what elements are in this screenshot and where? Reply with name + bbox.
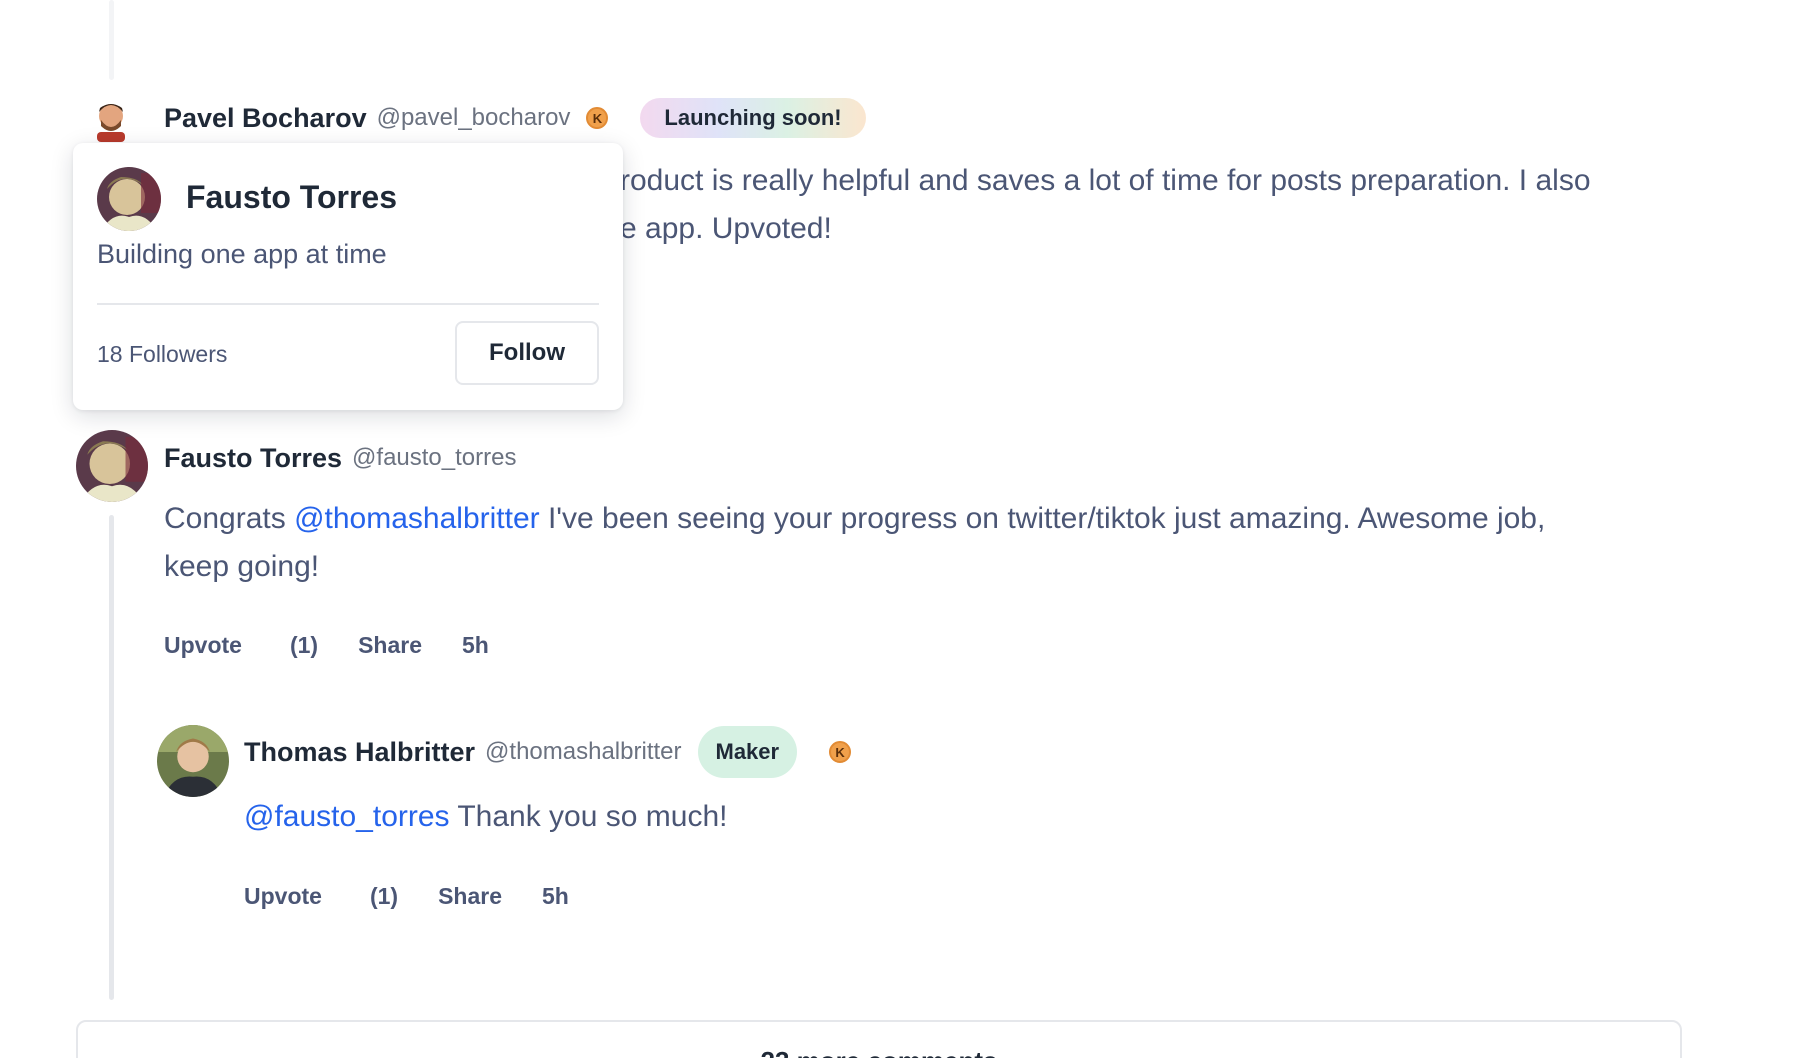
hover-card-divider: [97, 303, 599, 305]
avatar-fausto[interactable]: [76, 430, 148, 502]
author-name[interactable]: Thomas Halbritter: [244, 737, 475, 768]
avatar-thomas[interactable]: [157, 725, 229, 797]
more-comments-button[interactable]: 23 more comments: [76, 1020, 1682, 1058]
comment-body-line: roduct is really helpful and saves a lot…: [620, 164, 1591, 197]
comment-header-pavel: Pavel Bocharov @pavel_bocharov K Launchi…: [164, 96, 866, 140]
mention-link[interactable]: @thomashalbritter: [294, 502, 540, 535]
follow-button[interactable]: Follow: [455, 321, 599, 385]
upvote-button[interactable]: Upvote (1): [244, 883, 398, 910]
author-name[interactable]: Pavel Bocharov: [164, 103, 367, 134]
karma-icon: K: [586, 107, 609, 129]
share-button[interactable]: Share: [438, 883, 502, 910]
comment-body-fausto: Congrats @thomashalbritter I've been see…: [164, 495, 1704, 591]
comment-body-line: keep going!: [164, 550, 320, 583]
comment-body-thomas: @fausto_torres Thank you so much!: [244, 793, 727, 841]
upvote-count: (1): [369, 882, 399, 909]
comment-body-pavel: roduct is really helpful and saves a lot…: [620, 157, 1591, 253]
comment-timestamp[interactable]: 5h: [462, 632, 489, 659]
comments-section: Pavel Bocharov @pavel_bocharov K Launchi…: [0, 0, 1818, 1058]
upvote-label: Upvote: [244, 882, 322, 909]
mention-link[interactable]: @fausto_torres: [244, 800, 450, 833]
comment-body-line: Congrats @thomashalbritter I've been see…: [164, 495, 1704, 543]
body-text: I've been seeing your progress on twitte…: [539, 502, 1546, 535]
body-text: Thank you so much!: [449, 800, 728, 833]
author-handle[interactable]: @pavel_bocharov: [377, 104, 571, 132]
upvote-label: Upvote: [164, 631, 242, 658]
upvote-count: (1): [289, 631, 319, 658]
upvote-button[interactable]: Upvote (1): [164, 632, 318, 659]
hover-card-bio: Building one app at time: [97, 239, 387, 269]
comment-header-fausto: Fausto Torres @fausto_torres: [164, 436, 516, 480]
thread-line-top: [109, 0, 114, 80]
author-handle[interactable]: @thomashalbritter: [485, 738, 681, 766]
comment-actions-fausto: Upvote (1) Share 5h: [164, 629, 529, 661]
maker-badge: Maker: [697, 726, 798, 778]
karma-icon: K: [829, 741, 852, 763]
comment-body-line: e app. Upvoted!: [620, 212, 832, 245]
comment-header-thomas: Thomas Halbritter @thomashalbritter Make…: [244, 724, 852, 780]
hover-card-avatar[interactable]: [97, 167, 161, 231]
comment-timestamp[interactable]: 5h: [542, 883, 569, 910]
share-button[interactable]: Share: [358, 632, 422, 659]
author-name[interactable]: Fausto Torres: [164, 443, 342, 474]
hover-card-name[interactable]: Fausto Torres: [186, 179, 397, 216]
thread-line-fausto: [109, 515, 114, 1000]
author-handle[interactable]: @fausto_torres: [352, 444, 516, 472]
launching-soon-badge: Launching soon!: [640, 98, 866, 138]
body-text: Congrats: [164, 502, 295, 535]
avatar-pavel[interactable]: [91, 96, 131, 142]
follower-count: 18 Followers: [97, 341, 228, 367]
user-hover-card: Fausto Torres Building one app at time 1…: [73, 143, 623, 410]
comment-actions-thomas: Upvote (1) Share 5h: [244, 880, 609, 912]
